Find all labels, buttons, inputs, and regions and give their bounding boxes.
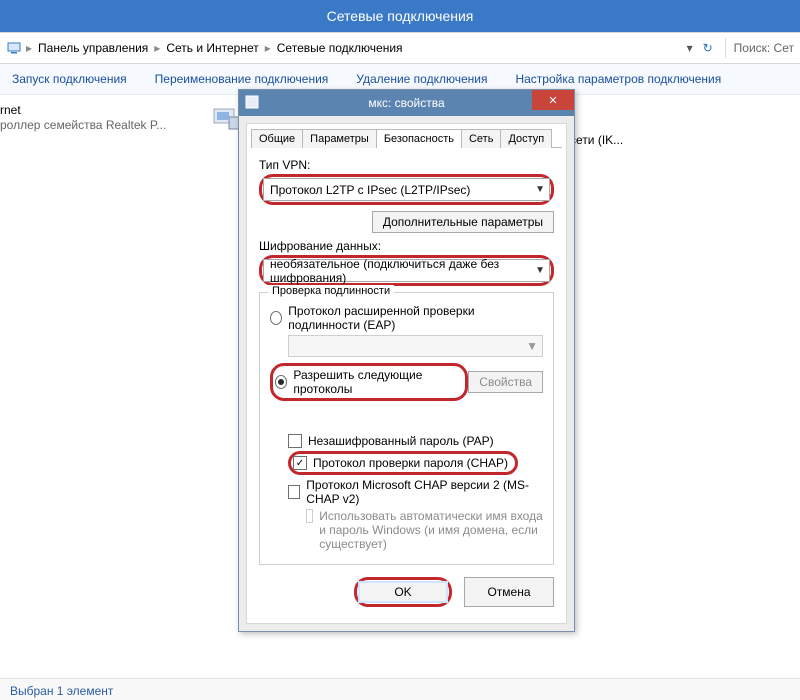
check-auto-label: Использовать автоматически имя входа и п… — [319, 509, 543, 551]
search-input[interactable]: Поиск: Сет — [734, 41, 794, 55]
check-chap[interactable]: ✓ Протокол проверки пароля (CHAP) — [292, 455, 514, 471]
check-mschap[interactable]: Протокол Microsoft CHAP версии 2 (MS-CHA… — [288, 478, 543, 506]
checkbox-icon — [288, 434, 302, 448]
radio-allow-protocols[interactable]: Разрешить следующие протоколы — [274, 367, 464, 397]
cmd-delete-connection[interactable]: Удаление подключения — [356, 72, 487, 86]
chevron-right-icon: ▸ — [154, 41, 160, 55]
encryption-value: необязательное (подключиться даже без ши… — [270, 257, 535, 285]
radio-icon — [270, 311, 282, 325]
additional-params-button[interactable]: Дополнительные параметры — [372, 211, 554, 233]
tab-options[interactable]: Параметры — [302, 129, 377, 148]
close-button[interactable]: ✕ — [532, 90, 574, 110]
cmd-start-connection[interactable]: Запуск подключения — [12, 72, 127, 86]
vpn-type-value: Протокол L2TP с IPsec (L2TP/IPsec) — [270, 183, 470, 197]
check-pap[interactable]: Незашифрованный пароль (PAP) — [288, 434, 543, 448]
chevron-down-icon: ▼ — [526, 339, 538, 353]
refresh-icon[interactable]: ↻ — [699, 41, 717, 55]
dialog-icon — [245, 95, 259, 109]
check-auto-credentials: Использовать автоматически имя входа и п… — [306, 509, 543, 551]
eap-method-select: ▼ — [288, 335, 543, 357]
vpn-type-select[interactable]: Протокол L2TP с IPsec (L2TP/IPsec) ▼ — [263, 178, 550, 201]
connection-device: роллер семейства Realtek P... — [0, 118, 240, 133]
cmd-configure-connection[interactable]: Настройка параметров подключения — [515, 72, 721, 86]
radio-icon — [275, 375, 287, 389]
connection-item[interactable]: rnet роллер семейства Realtek P... — [0, 103, 240, 133]
auth-legend: Проверка подлинности — [268, 285, 394, 297]
window-title: Сетевые подключения — [327, 8, 474, 24]
chevron-right-icon: ▸ — [265, 41, 271, 55]
properties-button: Свойства — [468, 371, 543, 393]
vpn-type-label: Тип VPN: — [259, 158, 554, 172]
tab-general[interactable]: Общие — [251, 129, 303, 148]
chevron-right-icon: ▸ — [26, 41, 32, 55]
close-icon: ✕ — [548, 94, 557, 107]
ok-button[interactable]: OK — [358, 581, 448, 603]
breadcrumb-item[interactable]: Сеть и Интернет — [164, 39, 260, 57]
cmd-rename-connection[interactable]: Переименование подключения — [155, 72, 329, 86]
address-dropdown[interactable]: ▾ — [683, 41, 697, 55]
dialog-body: Общие Параметры Безопасность Сеть Доступ… — [246, 123, 567, 624]
chevron-down-icon: ▼ — [535, 184, 545, 195]
check-chap-label: Протокол проверки пароля (CHAP) — [313, 456, 508, 470]
tab-access[interactable]: Доступ — [500, 129, 552, 148]
radio-eap[interactable]: Протокол расширенной проверки подлинност… — [270, 304, 543, 332]
content-area: rnet роллер семейства Realtek P... s й с… — [0, 95, 800, 700]
status-text: Выбран 1 элемент — [10, 684, 113, 698]
breadcrumb-item[interactable]: Сетевые подключения — [275, 39, 405, 57]
dialog-titlebar: мкс: свойства ✕ — [239, 90, 574, 116]
check-pap-label: Незашифрованный пароль (PAP) — [308, 434, 494, 448]
tab-security[interactable]: Безопасность — [376, 129, 462, 148]
radio-allow-label: Разрешить следующие протоколы — [293, 368, 458, 396]
tab-strip: Общие Параметры Безопасность Сеть Доступ — [247, 124, 566, 147]
dialog-title: мкс: свойства — [368, 96, 444, 110]
encryption-label: Шифрование данных: — [259, 239, 554, 253]
explorer-toolbar: ▸ Панель управления ▸ Сеть и Интернет ▸ … — [0, 32, 800, 64]
check-mschap-label: Протокол Microsoft CHAP версии 2 (MS-CHA… — [306, 478, 543, 506]
auth-group: Проверка подлинности Протокол расширенно… — [259, 292, 554, 565]
dialog-footer: OK Отмена — [247, 569, 566, 615]
connection-name: rnet — [0, 103, 240, 118]
status-bar: Выбран 1 элемент — [0, 678, 800, 700]
security-panel: Тип VPN: Протокол L2TP с IPsec (L2TP/IPs… — [247, 148, 566, 569]
encryption-select[interactable]: необязательное (подключиться даже без ши… — [263, 259, 550, 282]
breadcrumb-item[interactable]: Панель управления — [36, 39, 150, 57]
window-titlebar: Сетевые подключения — [0, 0, 800, 32]
checkbox-icon — [288, 485, 300, 499]
checkbox-icon — [306, 509, 313, 523]
tab-network[interactable]: Сеть — [461, 129, 501, 148]
radio-eap-label: Протокол расширенной проверки подлинност… — [288, 304, 543, 332]
properties-dialog: мкс: свойства ✕ Общие Параметры Безопасн… — [238, 89, 575, 632]
cancel-button[interactable]: Отмена — [464, 577, 554, 607]
toolbar-divider — [725, 38, 726, 58]
chevron-down-icon: ▼ — [535, 265, 545, 276]
checkbox-icon: ✓ — [293, 456, 307, 470]
nav-computer-icon[interactable] — [6, 40, 22, 56]
